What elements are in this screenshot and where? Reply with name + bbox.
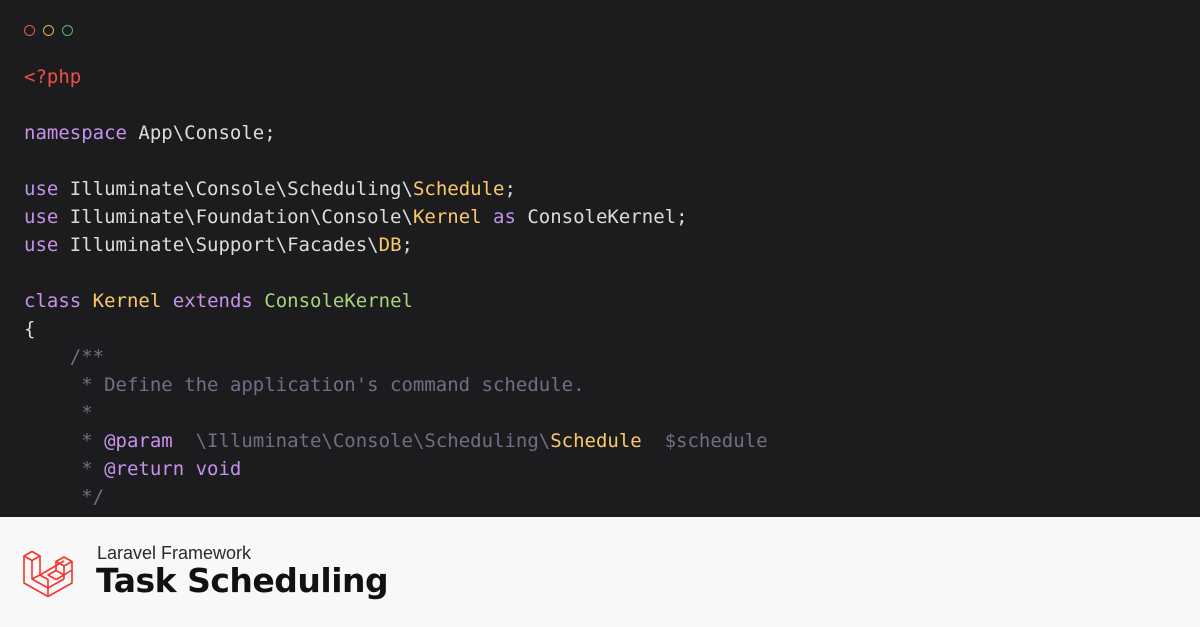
code-token: * [24, 458, 105, 480]
code-token: Schedule [412, 178, 505, 200]
code-token: use [24, 206, 59, 228]
laravel-logo-icon [23, 550, 73, 598]
code-token: ConsoleKernel [264, 290, 413, 312]
code-line: use Illuminate\Foundation\Console\Kernel… [24, 203, 768, 231]
code-token: Illuminate\Console\Scheduling\ [58, 178, 413, 200]
code-token: Kernel [412, 206, 482, 228]
code-token: class [24, 290, 82, 312]
page-title: Task Scheduling [96, 561, 389, 600]
code-token: <?php [24, 66, 82, 88]
code-line: use Illuminate\Console\Scheduling\Schedu… [24, 175, 768, 203]
code-token: /** [24, 346, 105, 368]
code-block: <?php namespace App\Console; use Illumin… [24, 63, 768, 511]
minimize-icon[interactable] [43, 25, 54, 36]
code-token: ; [401, 234, 413, 256]
code-line: namespace App\Console; [24, 119, 768, 147]
code-token: extends [172, 290, 253, 312]
code-token: Illuminate\Foundation\Console\ [58, 206, 413, 228]
code-token: @return [104, 458, 185, 480]
code-line: * @param \Illuminate\Console\Scheduling\… [24, 427, 768, 455]
code-token: namespace [24, 122, 127, 144]
footer-banner: Laravel Framework Task Scheduling [0, 517, 1200, 627]
code-token: use [24, 178, 59, 200]
code-line: { [24, 315, 768, 343]
code-line: use Illuminate\Support\Facades\DB; [24, 231, 768, 259]
maximize-icon[interactable] [62, 25, 73, 36]
code-token: Illuminate\Support\Facades\ [58, 234, 379, 256]
code-token: void [195, 458, 242, 480]
code-token: ; [504, 178, 516, 200]
code-token: Kernel [92, 290, 162, 312]
code-token: use [24, 234, 59, 256]
window-controls [24, 25, 73, 36]
code-token: ConsoleKernel; [515, 206, 688, 228]
code-line: * @return void [24, 455, 768, 483]
code-token: as [493, 206, 516, 228]
og-image-canvas: <?php namespace App\Console; use Illumin… [0, 0, 1200, 627]
code-token: Schedule [550, 430, 642, 452]
code-editor-window: <?php namespace App\Console; use Illumin… [0, 0, 1200, 517]
code-token: */ [24, 486, 105, 508]
code-line: /** [24, 343, 768, 371]
code-token: App\Console; [126, 122, 276, 144]
code-line: <?php [24, 63, 768, 91]
close-icon[interactable] [24, 25, 35, 36]
code-line: */ [24, 483, 768, 511]
code-token: \Illuminate\Console\Scheduling\ [172, 430, 551, 452]
code-token: * [24, 430, 105, 452]
code-line: class Kernel extends ConsoleKernel [24, 287, 768, 315]
code-line: * [24, 399, 768, 427]
code-token: $schedule [641, 430, 768, 452]
code-token: DB [378, 234, 402, 256]
code-token: * [24, 402, 93, 424]
code-token: * Define the application's command sched… [24, 374, 585, 396]
code-token: @param [104, 430, 173, 452]
code-line: * Define the application's command sched… [24, 371, 768, 399]
code-token: { [24, 318, 36, 340]
